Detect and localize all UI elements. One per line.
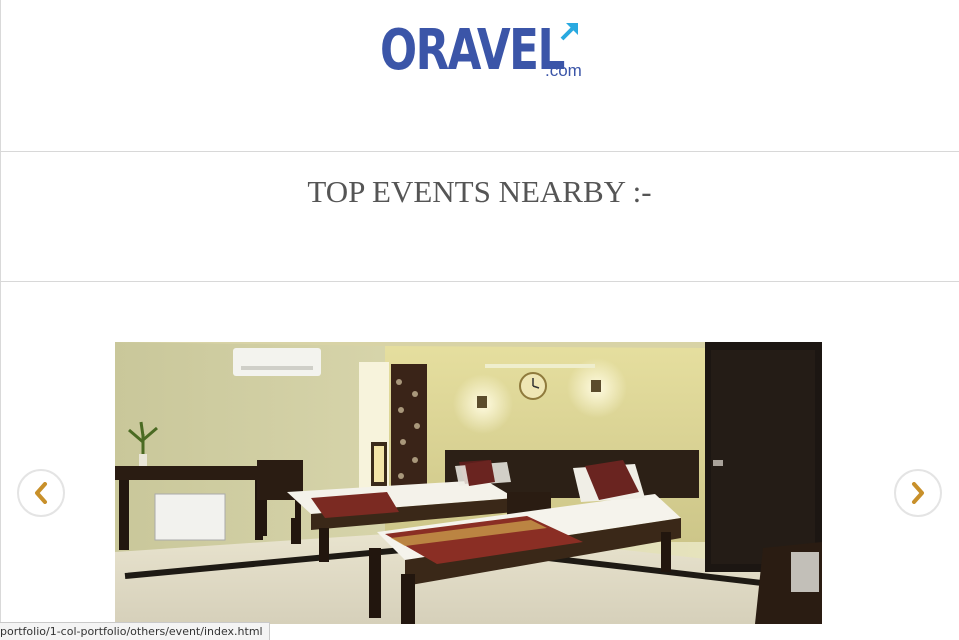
chevron-right-icon — [912, 482, 924, 504]
logo-suffix: .com — [545, 61, 582, 80]
event-slide-image[interactable] — [115, 342, 822, 624]
status-bar-url: portfolio/1-col-portfolio/others/event/i… — [0, 622, 270, 640]
site-header: ORAVEL .com — [0, 0, 959, 151]
logo-arrow-icon — [558, 19, 582, 43]
logo-wordmark: ORAVEL — [380, 18, 565, 83]
header-divider — [0, 151, 959, 152]
carousel-next-button[interactable] — [894, 469, 942, 517]
chevron-left-icon — [35, 482, 47, 504]
section-title: TOP EVENTS NEARBY :- — [307, 174, 652, 209]
oravel-logo[interactable]: ORAVEL .com — [380, 18, 585, 84]
carousel-prev-button[interactable] — [17, 469, 65, 517]
hotel-room-photo — [115, 342, 822, 624]
title-divider — [0, 281, 959, 282]
